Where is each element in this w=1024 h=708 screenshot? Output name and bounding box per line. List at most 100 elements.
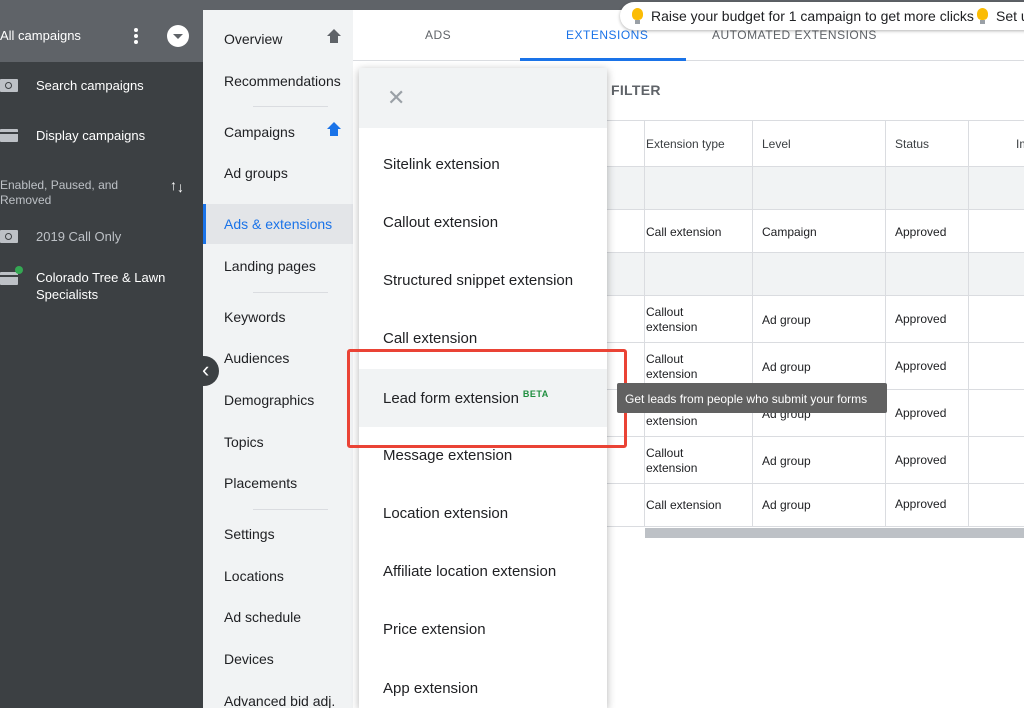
nav-item-settings[interactable]: Settings [203,514,353,554]
nav-item-audiences[interactable]: Audiences [203,338,353,378]
all-campaigns-label: All campaigns [0,28,81,43]
table-row[interactable]: Call extension Campaign Approved [606,210,1024,253]
menu-item-label: Structured snippet extension [383,272,574,289]
active-tab-indicator [520,58,686,61]
nav-item-ad-schedule[interactable]: Ad schedule [203,597,353,637]
sidebar-campaign-colorado-tree-lawn[interactable]: Colorado Tree & Lawn Specialists [0,269,203,309]
menu-item-label: Sitelink extension [383,156,500,173]
lightbulb-icon [632,8,643,24]
cell-level: Ad group [762,454,811,468]
cell-status: Approved [895,359,947,373]
menu-item-label: Call extension [383,330,478,347]
lightbulb-icon [977,8,988,24]
cell-extension-type: Call extension [646,498,722,512]
campaign-label: 2019 Call Only [36,229,122,244]
sidebar-item-search-campaigns[interactable]: Search campaigns [0,77,203,97]
table-row[interactable]: Callout extension Ad group Approved [606,437,1024,484]
search-icon [0,230,18,243]
more-vert-icon[interactable] [130,26,142,48]
cell-extension-type: Callout extension [646,446,698,475]
display-icon [0,272,18,285]
search-icon [0,79,18,92]
nav-item-label: Ad groups [224,165,288,181]
nav-item-topics[interactable]: Topics [203,422,353,462]
cell-level: Ad group [762,313,811,327]
sort-icon[interactable] [170,177,186,197]
nav-item-label: Advanced bid adj. [224,693,336,708]
menu-item-location-extension[interactable]: Location extension [359,485,607,543]
lead-form-tooltip: Get leads from people who submit your fo… [617,383,887,413]
page-nav: Overview Recommendations Campaigns Ad gr… [203,0,1024,708]
nav-item-keywords[interactable]: Keywords [203,297,353,337]
nav-item-recommendations[interactable]: Recommendations [203,61,353,101]
column-header-level[interactable]: Level [762,137,791,151]
nav-item-demographics[interactable]: Demographics [203,380,353,420]
menu-item-callout-extension[interactable]: Callout extension [359,194,607,252]
nav-item-label: Ads & extensions [224,216,333,232]
nav-item-label: Landing pages [224,258,316,274]
nav-item-advanced-bid-adj[interactable]: Advanced bid adj. [203,681,353,708]
display-icon [0,129,18,142]
column-divider [644,120,645,527]
table-row[interactable]: Call extension Ad group Approved [606,484,1024,527]
menu-item-label: Location extension [383,505,509,522]
cell-status: Approved [895,225,947,239]
nav-divider [253,509,328,510]
column-header-status[interactable]: Status [895,137,929,151]
nav-item-label: Recommendations [224,73,341,89]
tab-extensions[interactable]: EXTENSIONS [566,28,648,42]
nav-item-placements[interactable]: Placements [203,463,353,503]
nav-item-label: Overview [224,31,283,47]
nav-item-devices[interactable]: Devices [203,639,353,679]
tab-ads[interactable]: ADS [425,28,451,42]
nav-item-label: Placements [224,475,298,491]
recommendation-notice[interactable]: Raise your budget for 1 campaign to get … [620,2,1024,30]
menu-item-label: Callout extension [383,214,499,231]
menu-item-structured-snippet-extension[interactable]: Structured snippet extension [359,252,607,310]
group-row [606,253,1024,296]
cell-level: Campaign [762,225,817,239]
sidebar-item-display-campaigns[interactable]: Display campaigns [0,127,203,147]
column-header-extension-type[interactable]: Extension type [646,137,725,151]
cell-status: Approved [895,312,947,326]
notice-text: Raise your budget for 1 campaign to get … [651,8,974,24]
enabled-status-dot [15,266,23,274]
tab-automated-extensions[interactable]: AUTOMATED EXTENSIONS [712,28,877,42]
nav-item-label: Devices [224,651,274,667]
dropdown-icon[interactable] [167,25,189,47]
menu-item-sitelink-extension[interactable]: Sitelink extension [359,136,607,194]
filter-button[interactable]: FILTER [611,82,661,98]
all-campaigns-header[interactable]: All campaigns [0,10,203,62]
cell-extension-type: Call extension [646,225,722,239]
nav-item-landing-pages[interactable]: Landing pages [203,246,353,286]
cell-status: Approved [895,453,947,467]
nav-item-overview[interactable]: Overview [203,19,353,59]
nav-item-ad-groups[interactable]: Ad groups [203,153,353,193]
column-divider [968,120,969,527]
column-divider [885,120,886,527]
tooltip-text: Get leads from people who submit your fo… [625,392,868,406]
nav-item-campaigns[interactable]: Campaigns [203,112,353,152]
menu-item-label: App extension [383,680,479,697]
table-header: Extension type Level Status Im [606,120,1024,167]
nav-item-ads-extensions[interactable]: Ads & extensions [203,204,353,244]
column-header-impressions[interactable]: Im [1016,137,1024,151]
nav-item-label: Audiences [224,350,290,366]
cell-extension-type: Callout extension [646,305,698,334]
menu-item-price-extension[interactable]: Price extension [359,601,607,659]
sidebar-campaign-2019-call-only[interactable]: 2019 Call Only [0,228,203,248]
sidebar-item-label: Search campaigns [36,78,144,93]
campaign-label: Colorado Tree & Lawn Specialists [36,270,166,302]
group-row [606,167,1024,210]
cell-level: Ad group [762,360,811,374]
nav-item-locations[interactable]: Locations [203,556,353,596]
status-filter-label[interactable]: Enabled, Paused, and Removed [0,178,160,208]
top-strip [0,0,203,10]
horizontal-scrollbar[interactable] [645,528,1024,538]
menu-item-app-extension[interactable]: App extension [359,660,607,708]
notice-text: Set u [996,8,1024,24]
menu-item-affiliate-location-extension[interactable]: Affiliate location extension [359,543,607,601]
close-icon[interactable]: ✕ [387,87,405,109]
nav-item-label: Locations [224,568,284,584]
table-row[interactable]: Callout extension Ad group Approved [606,296,1024,343]
